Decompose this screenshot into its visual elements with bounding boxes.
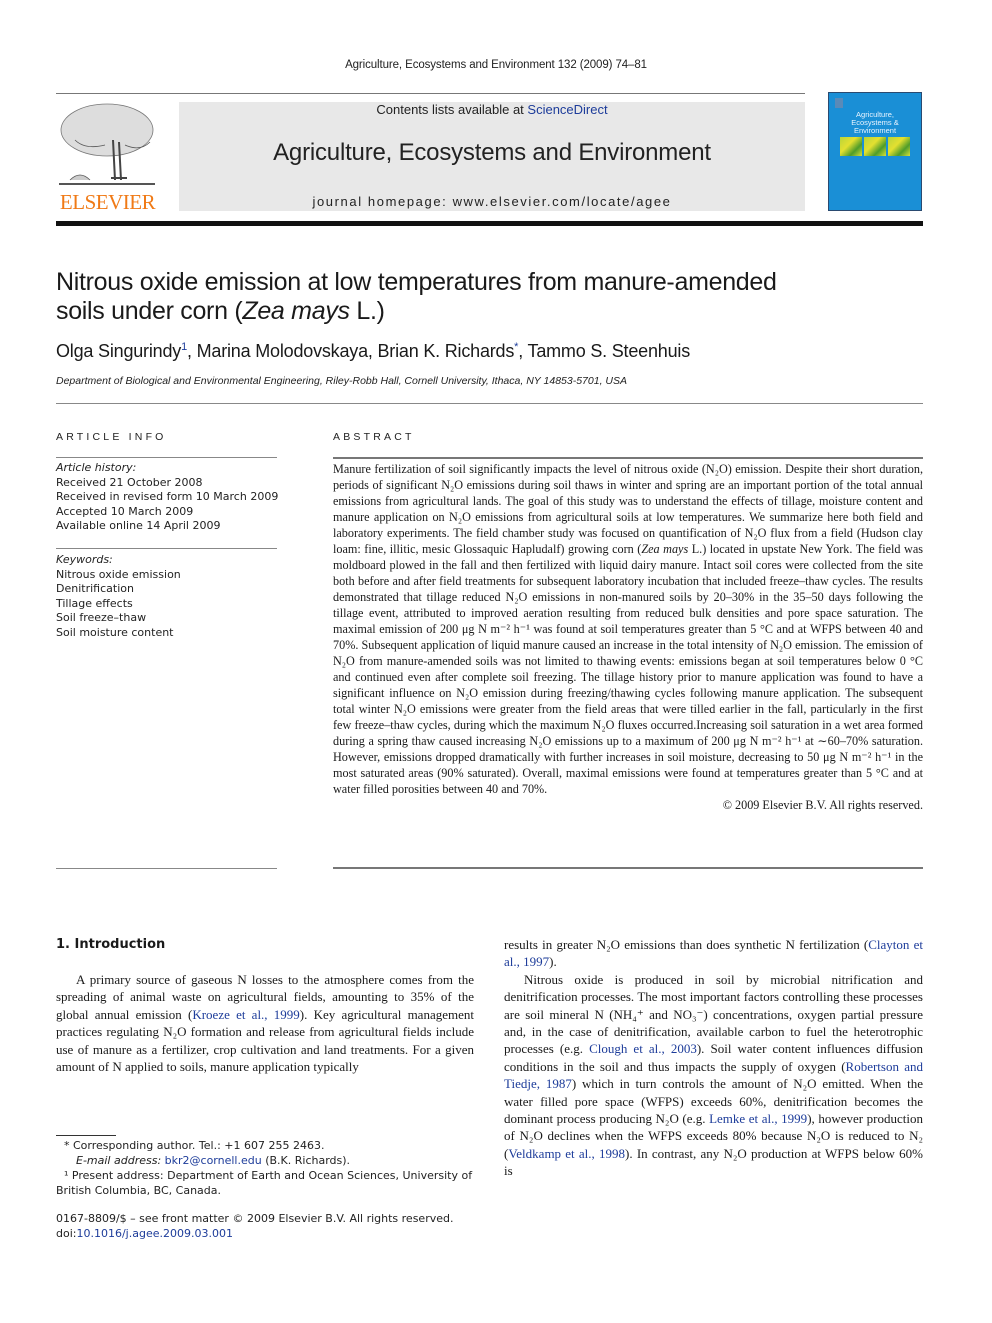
body-column-left: A primary source of gaseous N losses to … [56, 971, 474, 1075]
title-line-2: soils under corn (Zea mays L.) [56, 297, 856, 326]
email-suffix: (B.K. Richards). [261, 1154, 351, 1167]
affiliation: Department of Biological and Environment… [56, 375, 627, 387]
cover-title: Agriculture, Ecosystems & Environment [829, 111, 921, 135]
title-text: L.) [349, 297, 385, 325]
species-name: Zea mays [242, 297, 350, 325]
doi-line: doi:10.1016/j.agee.2009.03.001 [56, 1226, 476, 1241]
keywords-rule [56, 548, 277, 549]
citation-link[interactable]: Lemke et al., 1999 [709, 1111, 807, 1126]
author-name: Olga Singurindy [56, 341, 182, 361]
abstract-rule [333, 457, 923, 459]
elsevier-logo: ELSEVIER [55, 100, 160, 215]
keyword: Soil freeze–thaw [56, 611, 147, 624]
history-item: Available online 14 April 2009 [56, 519, 221, 532]
journal-homepage-link[interactable]: journal homepage: www.elsevier.com/locat… [179, 194, 805, 209]
abstract-text: Manure fertilization of soil significant… [333, 461, 923, 813]
title-line-1: Nitrous oxide emission at low temperatur… [56, 268, 777, 296]
abstract-end-rule [333, 867, 923, 869]
email-note: E-mail address: bkr2@cornell.edu (B.K. R… [56, 1153, 476, 1168]
contents-prefix: Contents lists available at [376, 102, 528, 117]
abstract-segment: L.) located in upstate New York. The fie… [333, 542, 923, 796]
history-item: Accepted 10 March 2009 [56, 504, 194, 518]
text-run: results in greater N₂O emissions than do… [504, 937, 869, 952]
history-label: Article history: [56, 461, 137, 474]
abstract-heading: ABSTRACT [333, 431, 415, 443]
keyword: Nitrous oxide emission [56, 567, 181, 581]
author-name: Brian K. Richards [377, 341, 515, 361]
cover-field-icon [864, 137, 886, 156]
section-heading-introduction: 1. Introduction [56, 937, 166, 952]
copyright-notice: © 2009 Elsevier B.V. All rights reserved… [722, 798, 923, 812]
keywords-label: Keywords: [56, 553, 113, 566]
keyword: Tillage effects [56, 596, 133, 610]
sciencedirect-link[interactable]: ScienceDirect [527, 102, 607, 117]
author-name: Marina Molodovskaya [196, 341, 368, 361]
journal-title: Agriculture, Ecosystems and Environment [273, 139, 711, 166]
elsevier-wordmark: ELSEVIER [59, 190, 156, 214]
publisher-stamp-icon [835, 98, 843, 108]
email-link[interactable]: bkr2@cornell.edu [165, 1154, 262, 1167]
citation-link[interactable]: Veldkamp et al., 1998 [508, 1146, 625, 1161]
section-divider [56, 403, 923, 404]
article-title: Nitrous oxide emission at low temperatur… [56, 268, 856, 326]
species-name: Zea mays [641, 542, 689, 556]
footnote-rule [56, 1135, 116, 1136]
article-info-end-rule [56, 868, 277, 869]
cover-field-icon [840, 137, 862, 156]
email-label: E-mail address: [76, 1154, 165, 1167]
front-matter: 0167-8809/$ – see front matter © 2009 El… [56, 1211, 476, 1241]
citation-link[interactable]: Kroeze et al., 1999 [192, 1007, 299, 1022]
journal-cover: Agriculture, Ecosystems & Environment [828, 92, 922, 211]
masthead-rule [56, 221, 923, 226]
history-item: Received 21 October 2008 [56, 475, 203, 489]
history-item: Received in revised form 10 March 2009 [56, 490, 279, 503]
present-address-note: ¹ Present address: Department of Earth a… [56, 1169, 473, 1197]
cover-title-line: Environment [853, 126, 897, 135]
header-rule [56, 93, 805, 94]
author-footnote-mark[interactable]: 1 [181, 341, 187, 353]
doi-label: doi: [56, 1227, 77, 1240]
keyword: Soil moisture content [56, 625, 174, 639]
journal-banner: Contents lists available at ScienceDirec… [179, 102, 805, 211]
tree-icon [59, 103, 155, 185]
issn-line: 0167-8809/$ – see front matter © 2009 El… [56, 1212, 454, 1225]
author-list: Olga Singurindy1, Marina Molodovskaya, B… [56, 341, 691, 361]
title-text: soils under corn ( [56, 297, 243, 325]
paragraph: results in greater N₂O emissions than do… [504, 936, 923, 971]
running-head: Agriculture, Ecosystems and Environment … [345, 59, 647, 71]
keyword: Denitrification [56, 582, 134, 595]
paragraph: Nitrous oxide is produced in soil by mic… [504, 971, 923, 1180]
body-column-right: results in greater N₂O emissions than do… [504, 936, 923, 1180]
article-history: Article history: Received 21 October 200… [56, 461, 281, 534]
article-info-heading: ARTICLE INFO [56, 431, 167, 443]
author-name: Tammo S. Steenhuis [527, 341, 691, 361]
corresponding-author-mark[interactable]: * [514, 341, 518, 353]
text-run: ). [549, 954, 557, 970]
citation-link[interactable]: Clough et al., 2003 [589, 1041, 697, 1056]
footnotes: * Corresponding author. Tel.: +1 607 255… [56, 1138, 476, 1198]
corresponding-author-note: * Corresponding author. Tel.: +1 607 255… [64, 1139, 325, 1152]
article-info-rule [56, 457, 277, 458]
contents-line: Contents lists available at ScienceDirec… [179, 102, 805, 117]
doi-link[interactable]: 10.1016/j.agee.2009.03.001 [76, 1227, 232, 1240]
paragraph: A primary source of gaseous N losses to … [56, 971, 474, 1075]
cover-field-icon [888, 137, 910, 156]
keywords: Keywords: Nitrous oxide emission Denitri… [56, 553, 281, 640]
cover-image-tiles [840, 137, 910, 156]
